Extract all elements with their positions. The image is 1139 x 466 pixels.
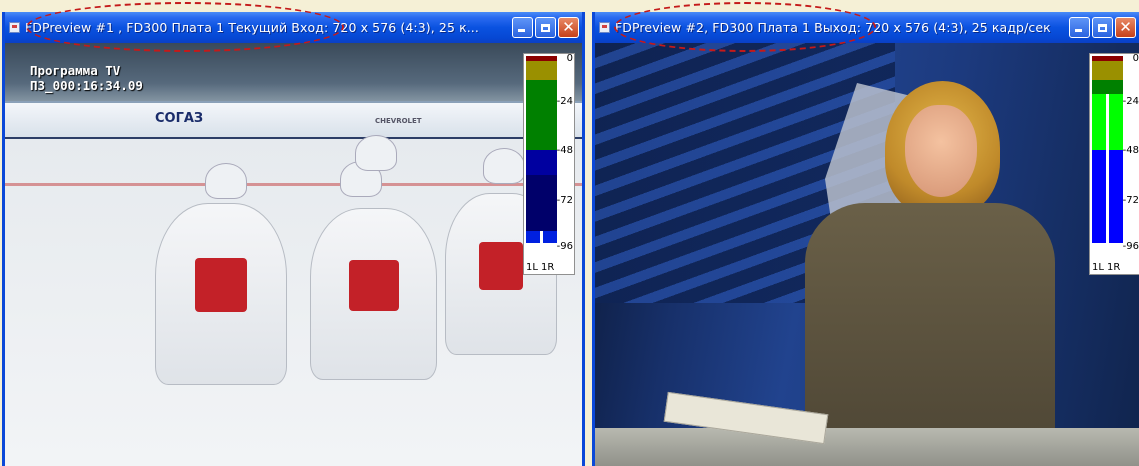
player-helmet <box>483 148 525 184</box>
maximize-icon <box>1098 23 1107 32</box>
presenter <box>805 203 1055 463</box>
maximize-button[interactable] <box>535 17 556 38</box>
vu-meter-2: 0 -24 -48 -72 -96 1L 1R <box>1089 53 1139 275</box>
close-icon: ✕ <box>562 18 575 36</box>
timecode: ПЗ_000:16:34.09 <box>30 78 143 93</box>
close-button[interactable]: ✕ <box>558 17 579 38</box>
presenter-face <box>905 105 977 197</box>
vu-channel-label: 1L <box>1092 262 1104 273</box>
vu-scale-label: -72 <box>556 195 573 206</box>
vu-bars <box>1092 56 1123 243</box>
app-icon <box>599 22 610 33</box>
vu-meter-1: 0 -24 -48 -72 -96 1L 1R <box>523 53 575 275</box>
vu-scale-label: -72 <box>1122 195 1139 206</box>
window-title-2: FDPreview #2, FD300 Плата 1 Выход: 720 x… <box>615 20 1051 35</box>
vu-scale-label: -48 <box>556 145 573 156</box>
rink-board: СОГАЗ CHEVROLET <box>5 101 582 139</box>
maximize-button[interactable] <box>1092 17 1113 38</box>
hockey-player <box>310 208 437 380</box>
minimize-button[interactable] <box>1069 17 1090 38</box>
vu-scale-label: -96 <box>556 241 573 252</box>
news-desk <box>595 428 1139 466</box>
minimize-icon <box>1075 29 1082 32</box>
app-icon <box>9 22 20 33</box>
vu-channel-label: 1R <box>541 262 555 273</box>
vu-scale-label: -48 <box>1122 145 1139 156</box>
vu-scale-label: -24 <box>1122 96 1139 107</box>
vu-scale-label: 0 <box>1132 53 1139 64</box>
close-button[interactable]: ✕ <box>1115 17 1136 38</box>
titlebar-1[interactable]: FDPreview #1 , FD300 Плата 1 Текущий Вхо… <box>5 12 582 43</box>
player-helmet <box>205 163 247 199</box>
rink-sponsor: CHEVROLET <box>375 117 422 125</box>
maximize-icon <box>541 23 550 32</box>
vu-channel-label: 1L <box>526 262 538 273</box>
vu-scale-label: -24 <box>556 96 573 107</box>
preview-window-1: FDPreview #1 , FD300 Плата 1 Текущий Вхо… <box>2 12 585 466</box>
rink-banner: СОГАЗ <box>155 111 204 126</box>
minimize-button[interactable] <box>512 17 533 38</box>
window-title-1: FDPreview #1 , FD300 Плата 1 Текущий Вхо… <box>25 20 479 35</box>
vu-scale-label: -96 <box>1122 241 1139 252</box>
video-preview-2: 0 -24 -48 -72 -96 1L 1R <box>595 43 1139 466</box>
close-icon: ✕ <box>1119 18 1132 36</box>
titlebar-2[interactable]: FDPreview #2, FD300 Плата 1 Выход: 720 x… <box>595 12 1139 43</box>
program-label: Программа TV <box>30 63 121 78</box>
video-preview-1: СОГАЗ CHEVROLET Программа TV ПЗ_000:16:3… <box>5 43 582 466</box>
preview-window-2: FDPreview #2, FD300 Плата 1 Выход: 720 x… <box>592 12 1139 466</box>
vu-scale-label: 0 <box>566 53 573 64</box>
hockey-player <box>155 203 287 385</box>
player-helmet <box>355 135 397 171</box>
vu-bars <box>526 56 557 243</box>
minimize-icon <box>518 29 525 32</box>
vu-channel-label: 1R <box>1107 262 1121 273</box>
